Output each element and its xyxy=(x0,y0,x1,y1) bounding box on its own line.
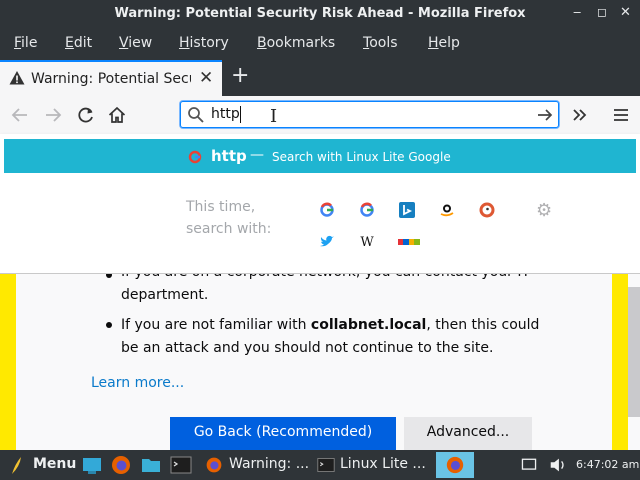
firefox-active-icon xyxy=(446,456,464,474)
wikipedia-engine-icon[interactable]: W xyxy=(358,233,376,251)
list-bullet xyxy=(106,274,112,278)
clock: 6:47:02 am xyxy=(576,458,640,471)
tab-warning[interactable]: Warning: Potential Security Risk Ahead ✕ xyxy=(0,60,222,96)
suggestion-query: http xyxy=(211,147,247,165)
start-menu-button[interactable]: Menu xyxy=(33,456,76,472)
go-arrow-icon[interactable] xyxy=(535,105,555,125)
chat-icon[interactable] xyxy=(520,454,538,476)
minimize-button[interactable]: ‒ xyxy=(573,5,581,20)
amazon-engine-icon[interactable] xyxy=(438,201,456,219)
warning-stripe-left xyxy=(0,274,16,450)
close-window-button[interactable]: ✕ xyxy=(620,5,631,20)
home-icon[interactable] xyxy=(106,104,128,126)
menu-edit[interactable]: Edit xyxy=(65,35,92,51)
active-task-highlight[interactable] xyxy=(436,452,474,478)
mouse-ibeam-cursor: I xyxy=(270,106,278,127)
window-title: Warning: Potential Security Risk Ahead -… xyxy=(114,6,526,21)
url-suggestions-panel: http — Search with Linux Lite Google Thi… xyxy=(0,134,640,274)
taskbar-terminal-window[interactable]: Linux Lite ... xyxy=(340,456,430,472)
suggestion-action: Search with Linux Lite Google xyxy=(272,150,451,164)
maximize-button[interactable]: ◻ xyxy=(597,5,607,19)
menu-file[interactable]: File xyxy=(14,35,37,51)
hamburger-menu-icon[interactable] xyxy=(610,104,632,126)
search-settings-gear-icon[interactable]: ⚙ xyxy=(536,200,552,221)
go-back-button[interactable]: Go Back (Recommended) xyxy=(170,417,396,450)
close-tab-icon[interactable]: ✕ xyxy=(199,68,213,88)
forward-arrow-icon[interactable] xyxy=(42,104,64,126)
suggestion-row[interactable]: http — Search with Linux Lite Google xyxy=(4,139,636,173)
tab-label: Warning: Potential Security Risk Ahead xyxy=(31,71,191,87)
google-engine-icon[interactable] xyxy=(318,201,336,219)
menu-bookmarks[interactable]: Bookmarks xyxy=(257,35,335,51)
list-item-unfamiliar: If you are not familiar with collabnet.l… xyxy=(121,317,540,356)
terminal-launcher-icon[interactable] xyxy=(170,454,192,476)
title-bar: Warning: Potential Security Risk Ahead -… xyxy=(0,0,640,28)
navigation-bar: http xyxy=(0,96,640,134)
list-item-corporate: If you are on a corporate network, you c… xyxy=(121,274,530,303)
host-name: collabnet.local xyxy=(310,317,427,333)
page-content: If you are on a corporate network, you c… xyxy=(0,274,640,450)
terminal-task-icon xyxy=(317,458,335,472)
vertical-scrollbar[interactable] xyxy=(628,287,640,417)
one-off-search-label: This time, search with: xyxy=(186,196,296,240)
menu-history[interactable]: History xyxy=(179,35,229,51)
warning-stripe-right xyxy=(612,274,628,450)
url-bar[interactable]: http xyxy=(180,101,559,128)
google-engine-icon[interactable] xyxy=(358,201,376,219)
reload-icon[interactable] xyxy=(75,104,97,126)
twitter-engine-icon[interactable] xyxy=(318,233,336,251)
menu-tools[interactable]: Tools xyxy=(363,35,398,51)
linux-lite-feather-icon[interactable] xyxy=(6,454,28,476)
learn-more-link[interactable]: Learn more... xyxy=(91,375,184,391)
menu-view[interactable]: View xyxy=(119,35,152,51)
taskbar-firefox-window[interactable]: Warning: ... xyxy=(229,456,309,472)
list-bullet xyxy=(106,322,112,328)
warning-icon xyxy=(9,71,25,85)
menu-help[interactable]: Help xyxy=(428,35,460,51)
show-desktop-icon[interactable] xyxy=(81,454,103,476)
google-icon xyxy=(188,150,202,164)
advanced-button[interactable]: Advanced... xyxy=(404,417,532,450)
ebay-engine-icon[interactable] xyxy=(398,233,420,251)
volume-icon[interactable] xyxy=(548,454,568,476)
search-icon xyxy=(188,107,204,123)
bing-engine-icon[interactable] xyxy=(398,201,416,219)
file-manager-icon[interactable] xyxy=(140,454,162,476)
taskbar: Menu Warning: ... Linux Lite ... 6:47:02… xyxy=(0,450,640,480)
url-input[interactable]: http xyxy=(211,106,240,122)
duckduckgo-engine-icon[interactable] xyxy=(478,201,496,219)
menu-bar: File Edit View History Bookmarks Tools H… xyxy=(0,28,640,58)
back-arrow-icon[interactable] xyxy=(9,104,31,126)
suggestion-separator: — xyxy=(250,147,264,163)
tab-bar: Warning: Potential Security Risk Ahead ✕… xyxy=(0,58,640,96)
firefox-task-icon xyxy=(206,457,222,473)
firefox-launcher-icon[interactable] xyxy=(110,454,132,476)
one-off-label-line-1: This time, xyxy=(186,199,256,215)
new-tab-button[interactable]: + xyxy=(231,63,249,88)
one-off-label-line-2: search with: xyxy=(186,221,272,237)
text-caret xyxy=(240,106,241,123)
overflow-chevron-icon[interactable] xyxy=(569,104,591,126)
